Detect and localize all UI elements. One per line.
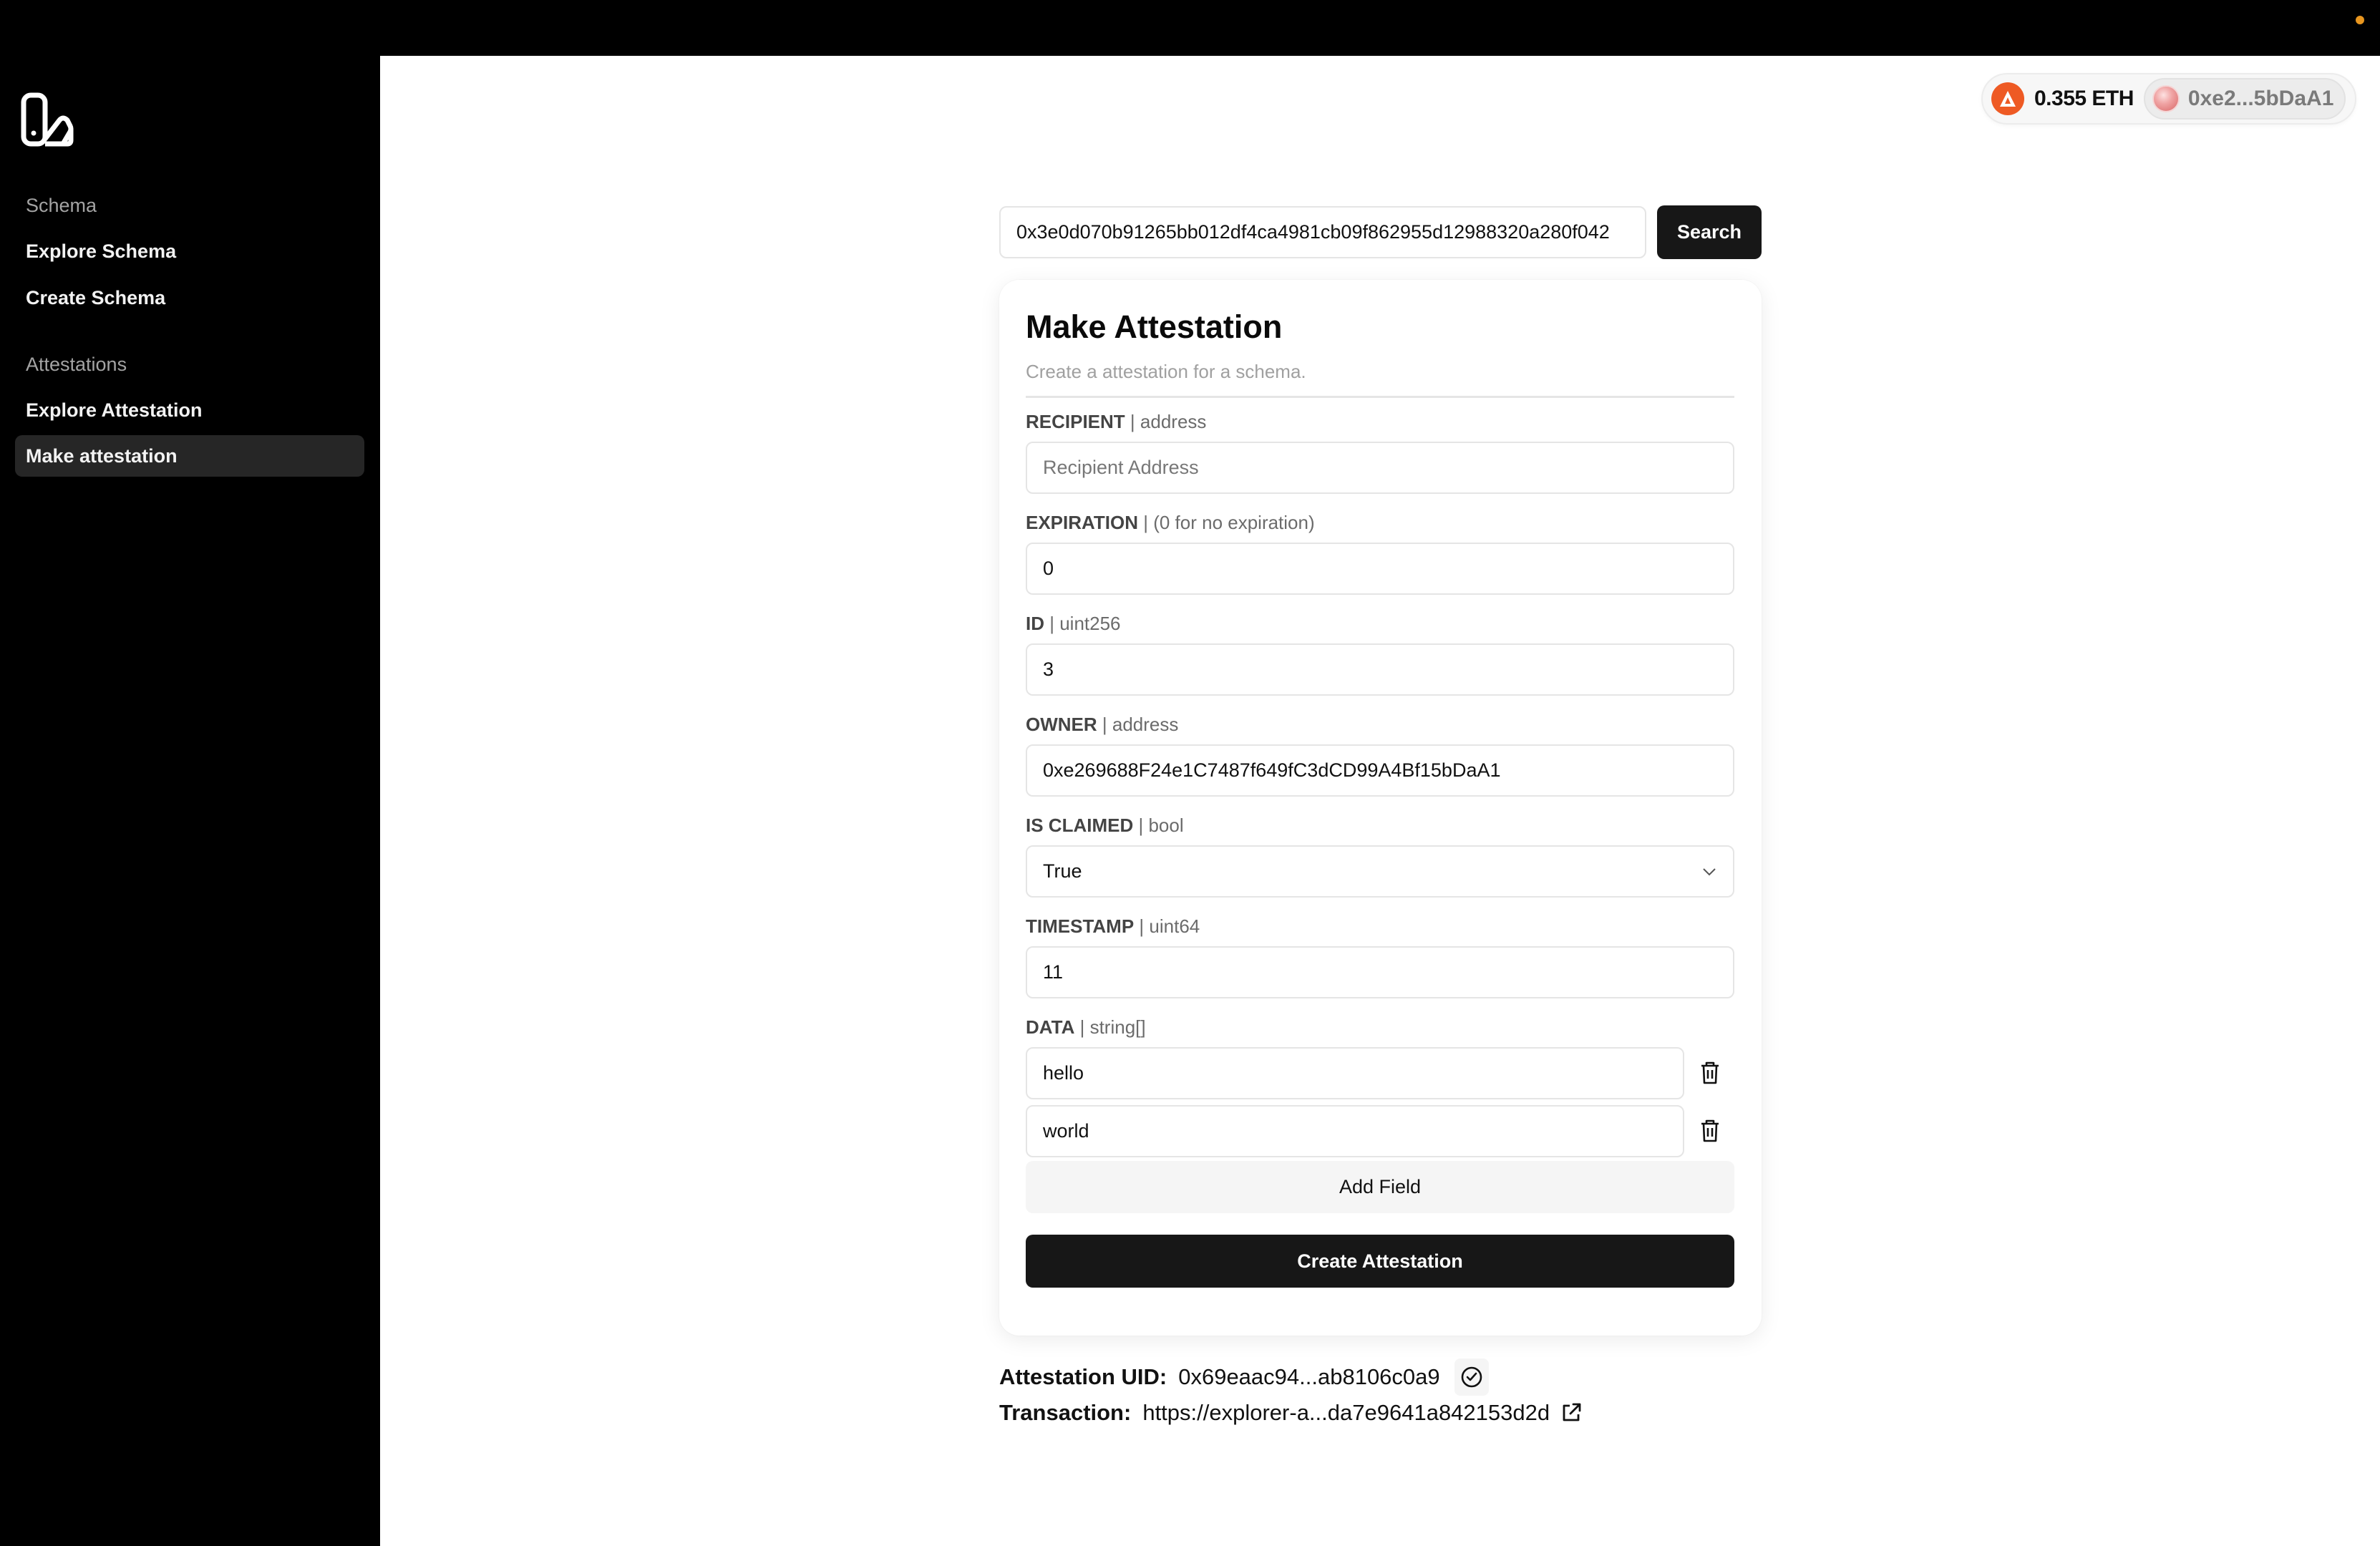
field-type: | uint64 [1139, 915, 1200, 937]
copy-uid-button[interactable] [1454, 1358, 1489, 1396]
field-type: | (0 for no expiration) [1143, 512, 1315, 533]
transaction-label: Transaction: [999, 1400, 1132, 1425]
card-subtitle: Create a attestation for a schema. [1026, 361, 1306, 382]
wallet-balance: 0.355 ETH [2034, 87, 2134, 110]
owner-input[interactable] [1026, 744, 1734, 797]
status-dot-icon [2356, 16, 2364, 24]
id-input[interactable] [1026, 643, 1734, 696]
wallet-widget[interactable]: 0.355 ETH 0xe2...5bDaA1 [1981, 73, 2356, 125]
schema-search-input[interactable] [999, 206, 1646, 258]
field-name: TIMESTAMP [1026, 915, 1135, 937]
attestation-uid-row: Attestation UID: 0x69eaac94...ab8106c0a9 [999, 1358, 1489, 1396]
sidebar-item-label: Explore Attestation [26, 399, 203, 421]
sidebar: Schema Explore Schema Create Schema Atte… [0, 56, 380, 1546]
timestamp-label: TIMESTAMP | uint64 [1026, 915, 1200, 938]
field-type: | address [1130, 411, 1207, 432]
add-field-button[interactable]: Add Field [1026, 1161, 1734, 1213]
owner-label: OWNER | address [1026, 714, 1178, 736]
field-name: IS CLAIMED [1026, 815, 1134, 836]
data-label: DATA | string[] [1026, 1016, 1146, 1039]
sidebar-item-create-schema[interactable]: Create Schema [15, 277, 364, 319]
account-address: 0xe2...5bDaA1 [2187, 87, 2334, 110]
sidebar-item-label: Explore Schema [26, 240, 177, 262]
recipient-input[interactable] [1026, 442, 1734, 494]
attestation-uid-value[interactable]: 0x69eaac94...ab8106c0a9 [1178, 1364, 1439, 1390]
field-type: | string[] [1079, 1016, 1146, 1038]
divider [1026, 396, 1734, 398]
field-name: EXPIRATION [1026, 512, 1138, 533]
transaction-row: Transaction: https://explorer-a...da7e96… [999, 1400, 1583, 1426]
sidebar-item-label: Make attestation [26, 444, 178, 467]
card-title: Make Attestation [1026, 308, 1283, 345]
account-avatar [2152, 85, 2180, 112]
select-value: True [1043, 860, 1082, 882]
sidebar-section-schema: Schema [26, 195, 97, 216]
recipient-label: RECIPIENT | address [1026, 411, 1206, 433]
data-item-input[interactable] [1026, 1047, 1684, 1099]
field-type: | bool [1138, 815, 1184, 836]
sidebar-item-explore-schema[interactable]: Explore Schema [15, 230, 364, 272]
field-name: RECIPIENT [1026, 411, 1125, 432]
field-name: ID [1026, 613, 1044, 634]
app-logo-icon[interactable] [20, 92, 74, 147]
sidebar-item-make-attestation[interactable]: Make attestation [15, 435, 364, 477]
make-attestation-card: Make Attestation Create a attestation fo… [999, 280, 1762, 1336]
expiration-input[interactable] [1026, 543, 1734, 595]
chain-triangle-icon [2000, 91, 2016, 107]
account-button[interactable]: 0xe2...5bDaA1 [2143, 78, 2346, 120]
attestation-uid-label: Attestation UID: [999, 1364, 1167, 1389]
sidebar-item-label: Create Schema [26, 286, 166, 308]
search-button[interactable]: Search [1657, 205, 1762, 259]
external-link-icon[interactable] [1560, 1401, 1583, 1424]
field-type: | address [1102, 714, 1179, 735]
id-label: ID | uint256 [1026, 613, 1121, 635]
chain-icon[interactable] [1991, 82, 2024, 115]
expiration-label: EXPIRATION | (0 for no expiration) [1026, 512, 1315, 534]
chevron-down-icon [1703, 867, 1716, 875]
field-type: | uint256 [1049, 613, 1121, 634]
check-circle-icon [1461, 1366, 1482, 1388]
field-name: OWNER [1026, 714, 1097, 735]
trash-icon[interactable] [1699, 1061, 1721, 1085]
trash-icon[interactable] [1699, 1119, 1721, 1143]
data-item-input[interactable] [1026, 1105, 1684, 1157]
window-top-bar [0, 0, 2380, 56]
transaction-link[interactable]: https://explorer-a...da7e9641a842153d2d [1142, 1400, 1550, 1426]
field-name: DATA [1026, 1016, 1075, 1038]
sidebar-section-attestations: Attestations [26, 354, 127, 375]
is-claimed-select[interactable]: True [1026, 845, 1734, 898]
timestamp-input[interactable] [1026, 946, 1734, 998]
is-claimed-label: IS CLAIMED | bool [1026, 815, 1184, 837]
sidebar-item-explore-attestation[interactable]: Explore Attestation [15, 389, 364, 431]
create-attestation-button[interactable]: Create Attestation [1026, 1235, 1734, 1288]
